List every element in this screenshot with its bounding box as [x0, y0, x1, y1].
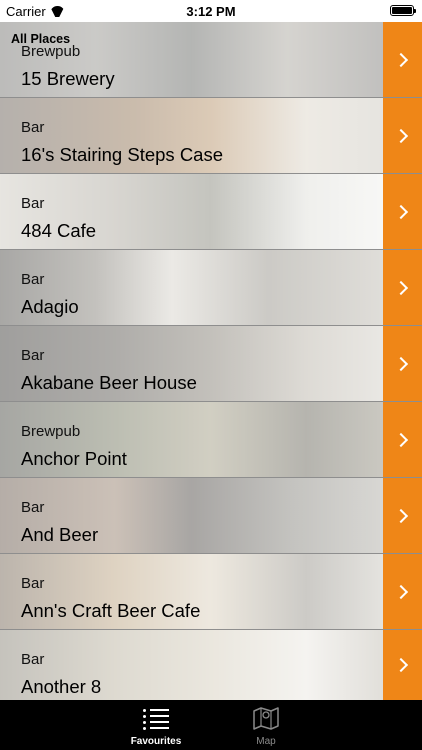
place-name: Anchor Point [21, 448, 127, 469]
place-type: Bar [21, 651, 45, 668]
chevron-right-icon [393, 280, 408, 295]
tab-label: Map [256, 736, 276, 747]
list-item[interactable]: Bar Ann's Craft Beer Cafe [0, 554, 422, 630]
place-type: Bar [21, 347, 45, 364]
section-title: All Places [11, 32, 71, 46]
chevron-right-icon [393, 584, 408, 599]
place-name: Akabane Beer House [21, 372, 197, 393]
row-disclosure[interactable] [383, 98, 422, 173]
place-name: And Beer [21, 524, 99, 545]
row-disclosure[interactable] [383, 174, 422, 249]
tab-favourites[interactable]: Favourites [101, 700, 211, 750]
map-icon [253, 707, 279, 730]
tab-map[interactable]: Map [211, 700, 321, 750]
place-name: 16's Stairing Steps Case [21, 144, 224, 165]
status-bar: Carrier 3:12 PM [0, 0, 422, 22]
row-disclosure[interactable] [383, 630, 422, 700]
list-icon [143, 708, 169, 730]
place-name: 15 Brewery [21, 68, 115, 89]
list-item[interactable]: Bar 16's Stairing Steps Case [0, 98, 422, 174]
chevron-right-icon [393, 356, 408, 371]
place-name: 484 Cafe [21, 220, 97, 241]
list-item[interactable]: Bar Adagio [0, 250, 422, 326]
place-type: Brewpub [21, 423, 81, 440]
list-item[interactable]: Bar Another 8 [0, 630, 422, 700]
place-name: Ann's Craft Beer Cafe [21, 600, 201, 621]
chevron-right-icon [393, 657, 408, 673]
battery-icon [390, 5, 416, 16]
place-type: Bar [21, 271, 45, 288]
row-disclosure[interactable] [383, 478, 422, 553]
chevron-right-icon [393, 432, 408, 447]
list-item[interactable]: Bar And Beer [0, 478, 422, 554]
places-list[interactable]: All Places Brewpub 15 Brewery Bar 16's S… [0, 22, 422, 700]
tab-bar: Favourites Map [0, 700, 422, 750]
status-time: 3:12 PM [186, 4, 236, 19]
row-disclosure[interactable] [383, 402, 422, 477]
row-disclosure[interactable] [383, 554, 422, 629]
tab-label: Favourites [130, 736, 182, 747]
list-item[interactable]: Brewpub Anchor Point [0, 402, 422, 478]
place-type: Bar [21, 195, 45, 212]
chevron-right-icon [393, 128, 408, 143]
place-name: Adagio [21, 296, 79, 317]
place-type: Bar [21, 119, 45, 136]
row-disclosure[interactable] [383, 326, 422, 401]
chevron-right-icon [393, 508, 408, 523]
row-disclosure[interactable] [383, 250, 422, 325]
chevron-right-icon [393, 204, 408, 219]
chevron-right-icon [393, 52, 408, 67]
place-name: Another 8 [21, 676, 102, 697]
list-item[interactable]: Bar Akabane Beer House [0, 326, 422, 402]
place-type: Bar [21, 575, 45, 592]
place-type: Bar [21, 499, 45, 516]
list-item[interactable]: Bar 484 Cafe [0, 174, 422, 250]
row-disclosure[interactable] [383, 22, 422, 97]
